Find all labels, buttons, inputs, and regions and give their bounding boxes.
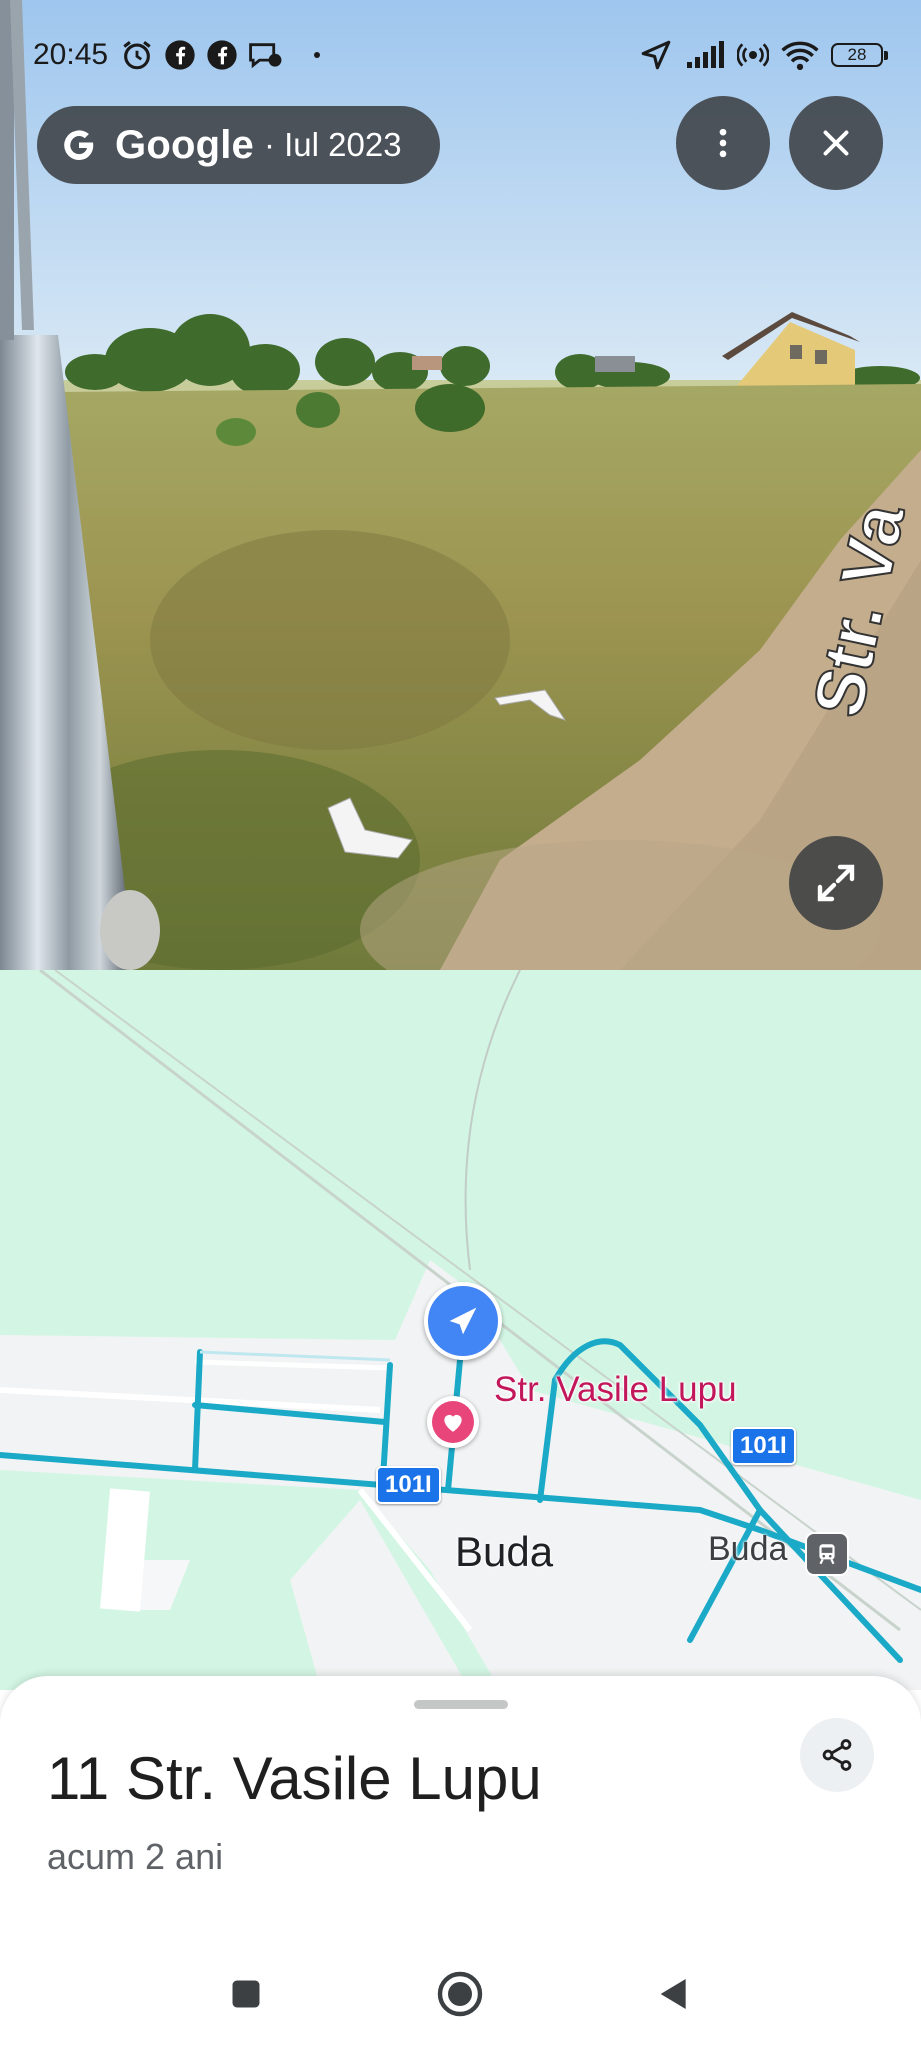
facebook-icon — [207, 40, 237, 70]
battery-icon: 28 — [831, 43, 888, 67]
share-icon — [822, 1739, 852, 1771]
station-label[interactable]: Buda — [708, 1530, 787, 1569]
notification-icons — [120, 38, 320, 72]
home-circle-icon — [437, 1971, 483, 2017]
heart-icon — [444, 1414, 462, 1432]
heart-pin-background — [432, 1401, 474, 1443]
street-view-attribution-chip[interactable]: Google · Iul 2023 — [37, 106, 440, 184]
system-icons: 28 — [639, 38, 888, 72]
messenger-icon — [249, 43, 282, 69]
navigation-arrow-icon — [449, 1307, 477, 1335]
square-icon — [232, 1980, 260, 2008]
wifi-icon — [781, 41, 819, 71]
signal-icon — [687, 41, 724, 68]
system-navigation-bar — [0, 1940, 921, 2048]
recent-apps-button[interactable] — [222, 1970, 270, 2018]
town-label: Buda — [455, 1528, 554, 1575]
facebook-icon — [165, 40, 195, 70]
google-brand-text: Google — [115, 122, 254, 167]
more-notifications-dot — [314, 52, 320, 58]
saved-place-pin[interactable] — [427, 1396, 479, 1448]
street-label[interactable]: Str. Vasile Lupu — [494, 1370, 737, 1410]
expand-icon — [817, 864, 855, 902]
alarm-icon — [123, 41, 151, 70]
train-station-icon[interactable] — [805, 1532, 849, 1576]
share-button[interactable] — [800, 1718, 874, 1792]
home-button[interactable] — [436, 1970, 484, 2018]
route-shield: 101I — [731, 1427, 796, 1465]
fullscreen-button[interactable] — [789, 836, 883, 930]
street-view-panorama[interactable]: Str. Va 20:45 28 Google · Iul 2023 — [0, 0, 921, 970]
more-options-button[interactable] — [676, 96, 770, 190]
close-button[interactable] — [789, 96, 883, 190]
back-button[interactable] — [650, 1970, 698, 2018]
route-shield: 101I — [376, 1466, 441, 1504]
hotspot-icon — [737, 43, 769, 67]
close-icon — [823, 130, 849, 156]
place-title: 11 Str. Vasile Lupu — [47, 1745, 542, 1812]
capture-date: · Iul 2023 — [263, 126, 402, 163]
back-triangle-icon — [660, 1979, 686, 2009]
more-vert-icon — [719, 128, 727, 158]
status-time: 20:45 — [33, 38, 109, 71]
capture-age: acum 2 ani — [47, 1836, 224, 1877]
status-bar: 20:45 28 — [0, 0, 921, 110]
sheet-drag-handle[interactable] — [414, 1700, 508, 1709]
map-view[interactable]: Str. Vasile Lupu 101I 101I Buda Buda — [0, 970, 921, 1690]
location-arrow-icon — [641, 40, 671, 70]
street-view-position-marker[interactable] — [424, 1282, 502, 1360]
google-g-icon — [59, 125, 99, 165]
